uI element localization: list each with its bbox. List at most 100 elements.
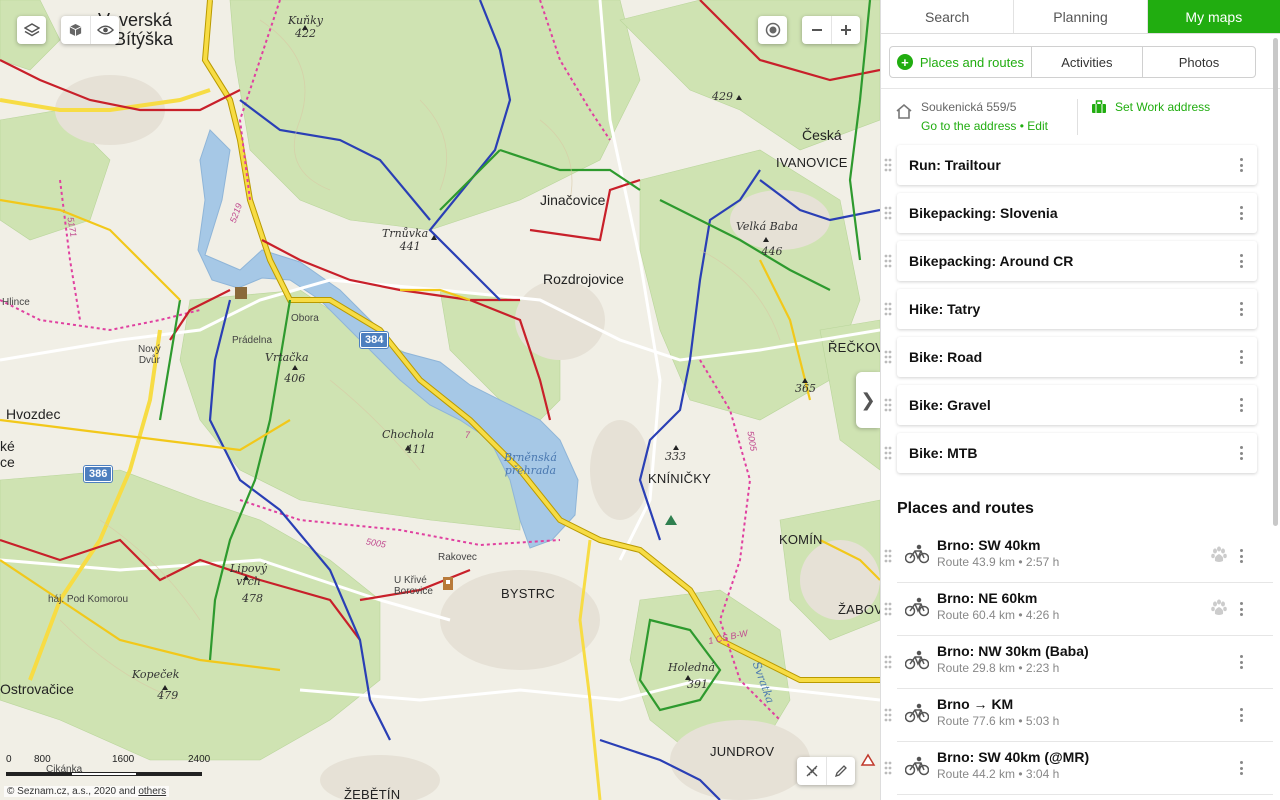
side-panel: Search Planning My maps + Places and rou… bbox=[880, 0, 1280, 800]
set-work-address-button[interactable]: Set Work address bbox=[1091, 100, 1210, 114]
road-number-shield: 384 bbox=[360, 332, 389, 348]
folder-item[interactable]: Bike: Road bbox=[884, 337, 1257, 377]
route-info: Route 77.6 km • 5:03 h bbox=[937, 714, 1060, 728]
more-options-icon[interactable] bbox=[1237, 349, 1245, 365]
set-work-address-label: Set Work address bbox=[1115, 100, 1211, 114]
route-info: Route 44.2 km • 3:04 h bbox=[937, 767, 1060, 781]
map-copyright: © Seznam.cz, a.s., 2020 and others bbox=[4, 786, 170, 797]
separator-dot: • bbox=[1016, 119, 1028, 133]
drag-handle-icon[interactable] bbox=[884, 398, 892, 412]
home-address-block: Soukenická 559/5 Go to the address • Edi… bbox=[881, 89, 1280, 145]
home-icon bbox=[896, 103, 912, 119]
drag-handle-icon[interactable] bbox=[884, 350, 892, 364]
more-options-icon[interactable] bbox=[1237, 548, 1245, 564]
folder-item[interactable]: Run: Trailtour bbox=[884, 145, 1257, 185]
folder-item[interactable]: Bike: MTB bbox=[884, 433, 1257, 473]
road-number-shield: 386 bbox=[84, 466, 113, 482]
drag-handle-icon[interactable] bbox=[884, 549, 892, 563]
scale-tick-label: 1600 bbox=[112, 754, 135, 765]
route-item[interactable]: Brno: NW 30km (Baba) Route 29.8 km • 2:2… bbox=[884, 636, 1273, 689]
drag-handle-icon[interactable] bbox=[884, 708, 892, 722]
route-name: Brno: SW 40km bbox=[937, 537, 1041, 553]
route-item[interactable]: Brno → KM Route 77.6 km • 5:03 h bbox=[884, 689, 1273, 742]
chevron-right-icon: ❯ bbox=[860, 389, 876, 410]
drag-handle-icon[interactable] bbox=[884, 446, 892, 460]
route-info: Route 43.9 km • 2:57 h bbox=[937, 555, 1060, 569]
sub-tabs: + Places and routes Activities Photos bbox=[889, 46, 1256, 78]
map-view-control bbox=[61, 16, 119, 44]
route-item[interactable]: Brno: NE 60km Route 60.4 km • 4:26 h bbox=[884, 583, 1273, 636]
3d-cube-icon[interactable] bbox=[61, 16, 90, 44]
folder-name: Bike: Road bbox=[909, 349, 983, 365]
more-options-icon[interactable] bbox=[1237, 707, 1245, 723]
folder-item[interactable]: Bikepacking: Slovenia bbox=[884, 193, 1257, 233]
more-options-icon[interactable] bbox=[1237, 654, 1245, 670]
drag-handle-icon[interactable] bbox=[884, 254, 892, 268]
layers-icon[interactable] bbox=[17, 16, 46, 44]
route-item[interactable]: Brno: SW 40km (@MR) Route 44.2 km • 3:04… bbox=[884, 742, 1273, 795]
map-scale-bar: 0 800 1600 2400 bbox=[6, 754, 236, 786]
scale-tick-label: 0 bbox=[6, 754, 12, 765]
map-canvas[interactable]: Veverská Bítýška Kuňky 422 429 Česká IVAN… bbox=[0, 0, 880, 800]
folder-item[interactable]: Bikepacking: Around CR bbox=[884, 241, 1257, 281]
more-options-icon[interactable] bbox=[1237, 760, 1245, 776]
folder-item[interactable]: Bike: Gravel bbox=[884, 385, 1257, 425]
app: Veverská Bítýška Kuňky 422 429 Česká IVAN… bbox=[0, 0, 1280, 800]
measure-icon[interactable] bbox=[797, 757, 826, 785]
map-layers-control bbox=[17, 16, 46, 44]
drag-handle-icon[interactable] bbox=[884, 602, 892, 616]
pencil-icon[interactable] bbox=[826, 757, 855, 785]
more-options-icon[interactable] bbox=[1237, 445, 1245, 461]
tab-planning[interactable]: Planning bbox=[1014, 0, 1148, 33]
drag-handle-icon[interactable] bbox=[884, 158, 892, 172]
tab-search[interactable]: Search bbox=[881, 0, 1015, 33]
eye-icon[interactable] bbox=[90, 16, 119, 44]
add-icon: + bbox=[896, 54, 913, 70]
map-base-layer bbox=[0, 0, 880, 800]
panel-scrollbar[interactable] bbox=[1273, 38, 1278, 526]
subtab-label: Places and routes bbox=[919, 54, 1024, 70]
subtab-places-and-routes[interactable]: + Places and routes bbox=[890, 47, 1032, 77]
shared-paws-icon bbox=[1211, 546, 1227, 562]
drag-handle-icon[interactable] bbox=[884, 655, 892, 669]
copyright-others-link[interactable]: others bbox=[138, 786, 166, 797]
more-options-icon[interactable] bbox=[1237, 205, 1245, 221]
folder-name: Bikepacking: Slovenia bbox=[909, 205, 1058, 221]
tab-my-maps[interactable]: My maps bbox=[1147, 0, 1280, 33]
drag-handle-icon[interactable] bbox=[884, 302, 892, 316]
target-icon[interactable] bbox=[758, 16, 787, 44]
zoom-out-button[interactable] bbox=[802, 16, 831, 44]
bicycle-icon bbox=[905, 544, 929, 564]
edit-address-link[interactable]: Edit bbox=[1027, 119, 1048, 133]
route-item[interactable]: Brno: SW 40km Route 43.9 km • 2:57 h bbox=[884, 530, 1273, 583]
folder-list: Run: Trailtour Bikepacking: Slovenia Bik… bbox=[881, 145, 1280, 473]
route-list: Brno: SW 40km Route 43.9 km • 2:57 h Brn… bbox=[881, 530, 1280, 795]
subtab-photos[interactable]: Photos bbox=[1143, 47, 1255, 77]
more-options-icon[interactable] bbox=[1237, 157, 1245, 173]
zoom-control bbox=[802, 16, 860, 44]
map-tools-control bbox=[797, 757, 855, 785]
home-address: Soukenická 559/5 bbox=[921, 100, 1017, 114]
more-options-icon[interactable] bbox=[1237, 301, 1245, 317]
folder-name: Bike: Gravel bbox=[909, 397, 991, 413]
briefcase-icon bbox=[1092, 100, 1106, 113]
collapse-panel-button[interactable]: ❯ bbox=[856, 372, 880, 428]
subtab-activities[interactable]: Activities bbox=[1032, 47, 1143, 77]
zoom-in-button[interactable] bbox=[831, 16, 860, 44]
go-to-address-link[interactable]: Go to the address bbox=[921, 119, 1016, 133]
scale-tick-label: 2400 bbox=[188, 754, 211, 765]
scale-tick-label: 800 bbox=[34, 754, 51, 765]
bicycle-icon bbox=[905, 703, 929, 723]
more-options-icon[interactable] bbox=[1237, 601, 1245, 617]
route-name: Brno: NW 30km (Baba) bbox=[937, 643, 1089, 659]
divider bbox=[1077, 99, 1078, 135]
folder-item[interactable]: Hike: Tatry bbox=[884, 289, 1257, 329]
drag-handle-icon[interactable] bbox=[884, 761, 892, 775]
drag-handle-icon[interactable] bbox=[884, 206, 892, 220]
route-info: Route 60.4 km • 4:26 h bbox=[937, 608, 1060, 622]
scale-bar-segments bbox=[6, 772, 203, 776]
section-heading: Places and routes bbox=[897, 500, 1034, 517]
main-tabs: Search Planning My maps bbox=[881, 0, 1280, 34]
more-options-icon[interactable] bbox=[1237, 253, 1245, 269]
more-options-icon[interactable] bbox=[1237, 397, 1245, 413]
